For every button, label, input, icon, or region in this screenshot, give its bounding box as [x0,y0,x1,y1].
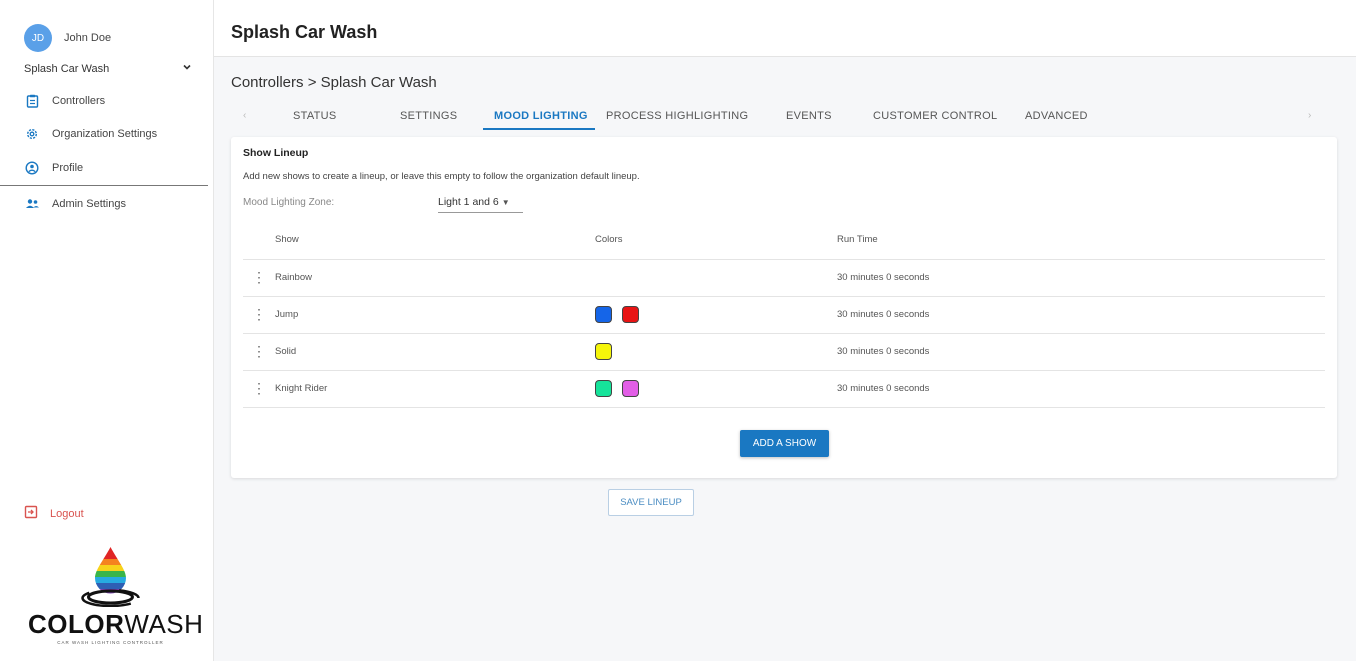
mood-lighting-zone-select[interactable]: Light 1 and 6 ▼ [438,193,523,213]
sidebar-item-label: Profile [52,162,84,174]
row-menu-cell: ⋮ [243,296,275,334]
table-header-show: Show [275,221,595,260]
sidebar-item-profile[interactable]: Profile [24,160,83,176]
tab-process-highlighting[interactable]: PROCESS HIGHLIGHTING [606,110,748,122]
active-tab-indicator [483,128,595,130]
kebab-menu-icon[interactable]: ⋮ [252,307,266,321]
show-lineup-card: Show Lineup Add new shows to create a li… [231,137,1337,478]
users-icon [24,196,40,212]
show-run-time: 30 minutes 0 seconds [837,333,1325,371]
tab-bar: ‹ STATUS SETTINGS MOOD LIGHTING PROCESS … [231,103,1337,131]
caret-down-icon: ▼ [501,198,510,207]
sidebar-item-controllers[interactable]: Controllers [24,93,105,109]
tab-scroll-right-icon[interactable]: › [1308,110,1311,121]
show-run-time: 30 minutes 0 seconds [837,259,1325,297]
table-header-colors: Colors [595,221,837,260]
sidebar-item-label: Admin Settings [52,198,126,210]
clipboard-icon [24,93,40,109]
table-header-menu [243,221,275,260]
tab-events[interactable]: EVENTS [786,110,832,122]
tab-settings[interactable]: SETTINGS [400,110,457,122]
user-circle-icon [24,160,40,176]
show-colors [595,296,837,334]
tab-scroll-left-icon[interactable]: ‹ [243,110,246,121]
table-row[interactable]: ⋮ Jump 30 minutes 0 seconds [243,296,1325,334]
avatar[interactable]: JD [24,24,52,52]
sidebar-divider [0,185,208,186]
sidebar: JD John Doe Splash Car Wash Controllers … [0,0,214,661]
row-menu-cell: ⋮ [243,370,275,408]
user-profile[interactable]: JD John Doe [24,24,111,52]
section-description: Add new shows to create a lineup, or lea… [243,171,640,182]
show-colors [595,333,837,371]
show-name: Jump [275,296,595,334]
kebab-menu-icon[interactable]: ⋮ [252,381,266,395]
color-swatch[interactable] [595,380,612,397]
kebab-menu-icon[interactable]: ⋮ [252,344,266,358]
table-row[interactable]: ⋮ Rainbow 30 minutes 0 seconds [243,259,1325,297]
top-header: Splash Car Wash [214,0,1356,57]
colorwash-logo: COLORWASH CAR WASH LIGHTING CONTROLLER [28,545,204,650]
table-header-run-time: Run Time [837,221,1325,260]
tab-mood-lighting[interactable]: MOOD LIGHTING [494,110,588,122]
color-swatch[interactable] [595,343,612,360]
tab-customer-control[interactable]: CUSTOMER CONTROL [873,110,997,122]
color-swatch[interactable] [622,380,639,397]
gear-icon [24,126,40,142]
show-name: Knight Rider [275,370,595,408]
color-swatch[interactable] [595,306,612,323]
section-title: Show Lineup [243,147,309,159]
zone-select-value: Light 1 and 6 [438,196,499,208]
sidebar-item-admin-settings[interactable]: Admin Settings [24,196,126,212]
logo-tagline: CAR WASH LIGHTING CONTROLLER [57,640,164,645]
sidebar-item-organization-settings[interactable]: Organization Settings [24,126,157,142]
tab-status[interactable]: STATUS [293,110,337,122]
show-colors [595,370,837,408]
table-header-row: Show Colors Run Time [243,221,1325,260]
table-row[interactable]: ⋮ Solid 30 minutes 0 seconds [243,333,1325,371]
organization-select[interactable]: Splash Car Wash [24,62,192,75]
droplet-logo-icon [81,547,140,608]
show-table: Show Colors Run Time ⋮ Rainbow 30 minutes … [243,221,1325,408]
row-menu-cell: ⋮ [243,259,275,297]
add-show-button[interactable]: ADD A SHOW [740,430,829,457]
row-menu-cell: ⋮ [243,333,275,371]
table-row[interactable]: ⋮ Knight Rider 30 minutes 0 seconds [243,370,1325,408]
color-swatch[interactable] [622,306,639,323]
logo-wordmark: COLORWASH [28,609,204,639]
save-lineup-button[interactable]: SAVE LINEUP [608,489,694,516]
show-colors [595,259,837,297]
show-name: Rainbow [275,259,595,297]
logout-icon [24,505,38,522]
show-run-time: 30 minutes 0 seconds [837,296,1325,334]
sidebar-item-label: Organization Settings [52,128,158,140]
show-run-time: 30 minutes 0 seconds [837,370,1325,408]
organization-select-value: Splash Car Wash [24,62,110,75]
logout-label: Logout [50,507,84,520]
kebab-menu-icon[interactable]: ⋮ [252,270,266,284]
show-name: Solid [275,333,595,371]
zone-label: Mood Lighting Zone: [243,197,335,208]
sidebar-item-label: Controllers [52,95,106,107]
logout-button[interactable]: Logout [24,505,84,522]
tab-advanced[interactable]: ADVANCED [1025,110,1088,122]
chevron-down-icon [182,62,192,75]
page-title: Splash Car Wash [231,22,378,42]
breadcrumb: Controllers > Splash Car Wash [231,74,437,91]
user-name: John Doe [64,32,112,44]
